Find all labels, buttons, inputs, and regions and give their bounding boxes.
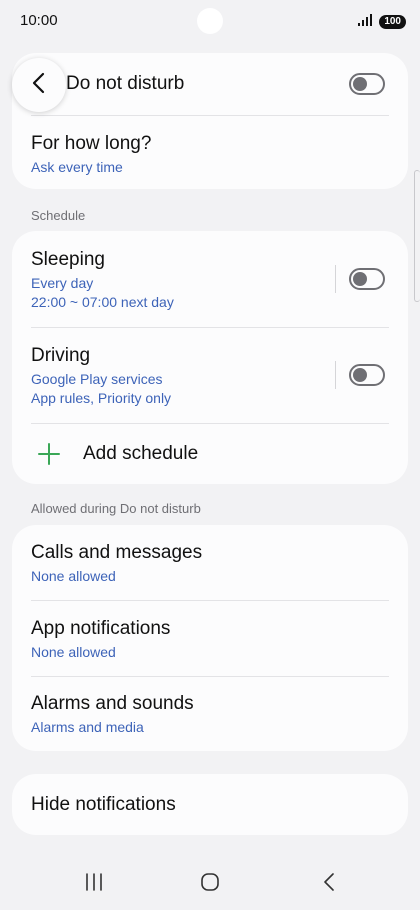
add-icon bbox=[38, 443, 60, 470]
allowed-item-value: Alarms and media bbox=[31, 719, 144, 735]
battery-indicator: 100 bbox=[379, 15, 406, 29]
allowed-card: Calls and messages None allowed App noti… bbox=[12, 525, 408, 751]
vertical-divider bbox=[335, 265, 336, 293]
dnd-master-row[interactable]: Do not disturb bbox=[12, 53, 408, 115]
back-arrow-icon bbox=[31, 71, 47, 100]
schedule-item-driving[interactable]: Driving Google Play services App rules, … bbox=[12, 328, 408, 423]
schedule-item-line2: App rules, Priority only bbox=[31, 390, 172, 406]
sleeping-toggle[interactable] bbox=[349, 268, 385, 290]
duration-title: For how long? bbox=[31, 133, 152, 154]
driving-toggle[interactable] bbox=[349, 364, 385, 386]
nav-back-icon[interactable] bbox=[320, 871, 338, 898]
allowed-item-apps[interactable]: App notifications None allowed bbox=[12, 601, 408, 676]
main-toggle-card: Do not disturb For how long? Ask every t… bbox=[12, 53, 408, 189]
allowed-item-title: App notifications bbox=[31, 618, 171, 639]
back-button[interactable] bbox=[12, 58, 66, 112]
page-title: Do not disturb bbox=[66, 73, 185, 94]
allowed-item-alarms[interactable]: Alarms and sounds Alarms and media bbox=[12, 677, 408, 751]
allowed-item-title: Alarms and sounds bbox=[31, 693, 194, 714]
dnd-master-toggle[interactable] bbox=[349, 73, 385, 95]
vertical-divider bbox=[335, 361, 336, 389]
schedule-item-line1: Every day bbox=[31, 275, 94, 291]
schedule-item-sleeping[interactable]: Sleeping Every day 22:00 ~ 07:00 next da… bbox=[12, 231, 408, 327]
home-icon[interactable] bbox=[200, 871, 222, 898]
schedule-item-title: Sleeping bbox=[31, 249, 105, 270]
status-bar: 10:00 100 bbox=[0, 0, 420, 44]
status-icons: 100 bbox=[358, 13, 406, 31]
allowed-section-label: Allowed during Do not disturb bbox=[31, 501, 201, 516]
scrollbar[interactable] bbox=[414, 170, 420, 302]
schedule-section-label: Schedule bbox=[31, 208, 86, 223]
recent-apps-icon[interactable] bbox=[84, 871, 104, 898]
duration-value: Ask every time bbox=[31, 159, 123, 175]
allowed-item-value: None allowed bbox=[31, 568, 116, 584]
hide-notifications-card[interactable]: Hide notifications bbox=[12, 774, 408, 835]
hide-notifications-label: Hide notifications bbox=[31, 794, 176, 815]
camera-cutout bbox=[197, 8, 223, 34]
navigation-bar bbox=[0, 855, 420, 910]
status-time: 10:00 bbox=[20, 12, 58, 29]
schedule-item-title: Driving bbox=[31, 345, 91, 366]
schedule-card: Sleeping Every day 22:00 ~ 07:00 next da… bbox=[12, 231, 408, 484]
add-schedule-label: Add schedule bbox=[83, 443, 199, 464]
signal-icon bbox=[358, 13, 374, 31]
allowed-item-title: Calls and messages bbox=[31, 542, 203, 563]
add-schedule-button[interactable]: Add schedule bbox=[12, 424, 408, 484]
duration-row[interactable]: For how long? Ask every time bbox=[12, 116, 408, 189]
allowed-item-value: None allowed bbox=[31, 644, 116, 660]
schedule-item-line2: 22:00 ~ 07:00 next day bbox=[31, 294, 174, 310]
schedule-item-line1: Google Play services bbox=[31, 371, 163, 387]
allowed-item-calls[interactable]: Calls and messages None allowed bbox=[12, 525, 408, 600]
